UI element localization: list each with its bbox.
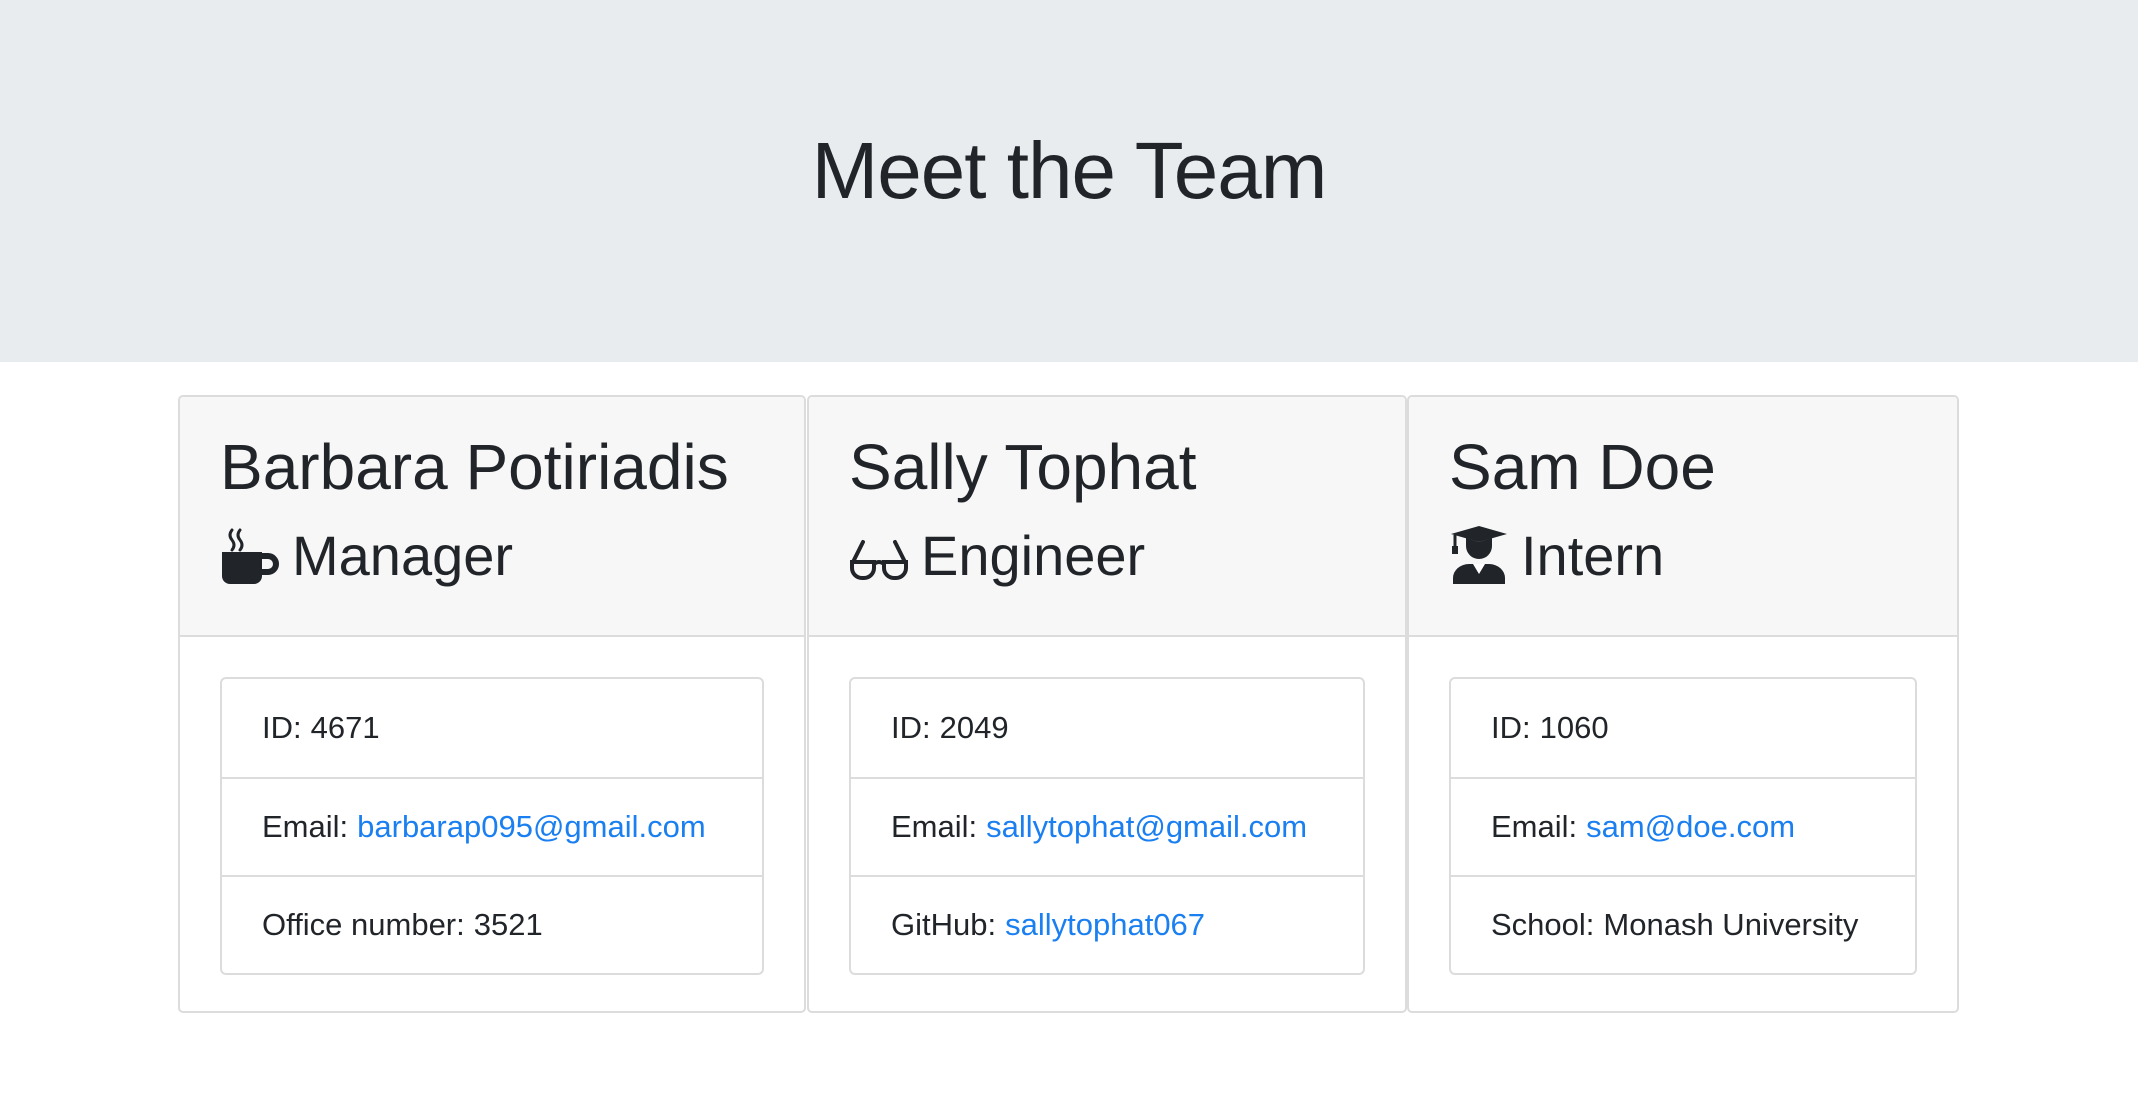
card-header: Barbara Potiriadis Manager — [180, 397, 804, 637]
id-row: ID: 2049 — [851, 679, 1363, 777]
employee-details-list: ID: 4671 Email: barbarap095@gmail.com Of… — [220, 677, 764, 975]
school-row: School: Monash University — [1451, 875, 1915, 973]
team-cards: Barbara Potiriadis Manager ID: 4671 Emai… — [178, 395, 1959, 1015]
card-header: Sally Tophat Engineer — [809, 397, 1405, 637]
employee-role: Manager — [220, 521, 804, 591]
id-label: ID: — [1491, 710, 1531, 745]
office-number-value: 3521 — [473, 907, 543, 942]
email-row: Email: sallytophat@gmail.com — [851, 777, 1363, 875]
id-value: 2049 — [939, 710, 1009, 745]
school-label: School: — [1491, 907, 1595, 942]
github-row: GitHub: sallytophat067 — [851, 875, 1363, 973]
employee-role-label: Engineer — [921, 524, 1146, 587]
id-value: 1060 — [1539, 710, 1609, 745]
coffee-mug-icon — [220, 526, 280, 586]
email-label: Email: — [891, 809, 978, 844]
employee-card-engineer: Sally Tophat Engineer ID: 2049 Email: sa… — [807, 395, 1407, 1013]
email-link[interactable]: sallytophat@gmail.com — [986, 809, 1307, 845]
glasses-icon — [849, 526, 909, 586]
id-label: ID: — [262, 710, 302, 745]
card-body: ID: 1060 Email: sam@doe.com School: Mona… — [1409, 637, 1957, 1011]
employee-role: Engineer — [849, 521, 1405, 591]
employee-details-list: ID: 1060 Email: sam@doe.com School: Mona… — [1449, 677, 1917, 975]
github-link[interactable]: sallytophat067 — [1005, 907, 1205, 943]
employee-card-intern: Sam Doe Intern ID: 1060 Email: sam@doe.c… — [1407, 395, 1959, 1013]
employee-role-label: Manager — [292, 524, 514, 587]
employee-details-list: ID: 2049 Email: sallytophat@gmail.com Gi… — [849, 677, 1365, 975]
email-link[interactable]: sam@doe.com — [1586, 809, 1795, 845]
school-value: Monash University — [1603, 907, 1859, 942]
office-number-row: Office number: 3521 — [222, 875, 762, 973]
email-link[interactable]: barbarap095@gmail.com — [357, 809, 706, 845]
page-header: Meet the Team — [0, 0, 2138, 362]
card-header: Sam Doe Intern — [1409, 397, 1957, 637]
employee-name: Barbara Potiriadis — [220, 431, 729, 503]
email-label: Email: — [1491, 809, 1578, 844]
employee-name: Sally Tophat — [849, 431, 1197, 503]
github-label: GitHub: — [891, 907, 997, 942]
employee-role: Intern — [1449, 521, 1957, 591]
employee-card-manager: Barbara Potiriadis Manager ID: 4671 Emai… — [178, 395, 806, 1013]
id-row: ID: 4671 — [222, 679, 762, 777]
id-row: ID: 1060 — [1451, 679, 1915, 777]
office-number-label: Office number: — [262, 907, 465, 942]
email-row: Email: barbarap095@gmail.com — [222, 777, 762, 875]
id-label: ID: — [891, 710, 931, 745]
card-body: ID: 2049 Email: sallytophat@gmail.com Gi… — [809, 637, 1405, 1011]
card-body: ID: 4671 Email: barbarap095@gmail.com Of… — [180, 637, 804, 1011]
email-label: Email: — [262, 809, 349, 844]
employee-name: Sam Doe — [1449, 431, 1716, 503]
employee-role-label: Intern — [1521, 524, 1665, 587]
page-title: Meet the Team — [811, 126, 1328, 215]
graduate-icon — [1449, 526, 1509, 586]
email-row: Email: sam@doe.com — [1451, 777, 1915, 875]
id-value: 4671 — [310, 710, 380, 745]
